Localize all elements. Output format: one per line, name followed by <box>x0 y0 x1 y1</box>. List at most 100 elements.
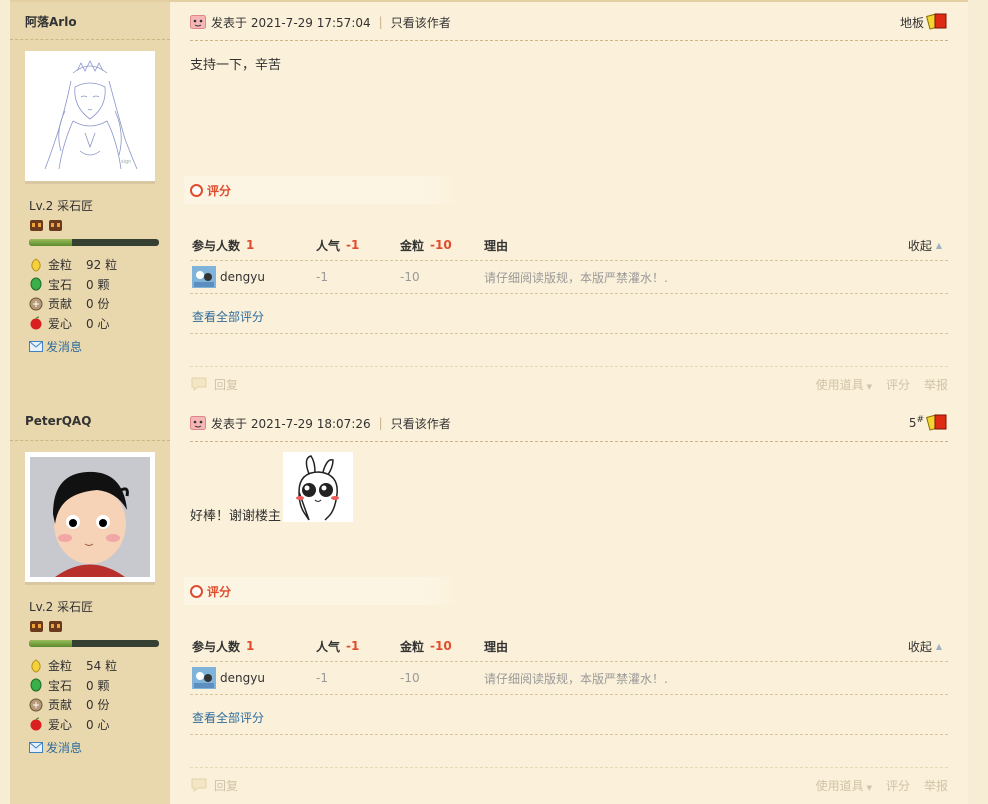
green-gem-icon <box>30 277 42 291</box>
only-author-link[interactable]: 只看该作者 <box>391 415 451 432</box>
divider <box>10 440 170 441</box>
send-message-label: 发消息 <box>46 741 83 755</box>
user-avatar-icon <box>192 266 216 288</box>
experience-fill <box>29 239 72 246</box>
reply-button[interactable]: 回复 <box>190 777 238 794</box>
online-status-icon <box>190 416 206 430</box>
apple-love-icon <box>30 316 42 330</box>
stat-label: 宝石 <box>48 277 73 292</box>
divider <box>190 767 948 768</box>
rating-popularity: -1 <box>316 671 328 685</box>
stat-label: 爱心 <box>48 316 73 331</box>
post-main: 发表于 2021-7-29 18:07:26 | 只看该作者 5# 好棒！谢谢楼… <box>170 403 968 804</box>
post-time: 发表于 2021-7-29 18:07:26 <box>211 416 371 431</box>
popularity-header: 人气 -1 <box>316 639 360 654</box>
user-level: Lv.2 采石匠 <box>29 600 94 614</box>
medals <box>29 218 63 232</box>
divider <box>190 333 948 334</box>
rating-table: 参与人数 1 人气 -1 金粒 -10 理由 收起 ▲ dengyu -1 -10 请仔… <box>190 230 948 367</box>
rate-button[interactable]: 评分 <box>886 376 910 393</box>
rating-title: 评分 <box>190 583 231 600</box>
rating-row: dengyu -1 -10 请仔细阅读版规，本版严禁灌水！. <box>190 662 948 695</box>
stat-value: 0 颗 <box>86 277 110 292</box>
gold-coin-icon <box>31 659 41 673</box>
experience-bar <box>29 239 159 246</box>
rater-name: dengyu <box>220 671 265 685</box>
yellow-card-icon[interactable] <box>926 413 948 431</box>
stat-gold: 金粒 54 粒 <box>29 656 117 676</box>
stat-label: 金粒 <box>48 258 73 273</box>
stat-love: 爱心 0 心 <box>29 314 117 334</box>
use-item-button[interactable]: 使用道具 ▼ <box>816 376 872 393</box>
participants-header: 参与人数 1 <box>192 238 255 253</box>
yellow-card-icon[interactable] <box>926 12 948 30</box>
report-button[interactable]: 举报 <box>924 376 948 393</box>
stat-value: 0 颗 <box>86 678 110 693</box>
rating-reason: 请仔细阅读版规，本版严禁灌水！. <box>484 270 668 285</box>
gold-header: 金粒 -10 <box>400 639 452 654</box>
medal-icon <box>49 220 62 231</box>
floor-number[interactable]: 地板 <box>900 14 924 31</box>
green-gem-icon <box>30 678 42 692</box>
rater[interactable]: dengyu <box>192 261 265 293</box>
header-divider <box>190 441 948 442</box>
user-stats: 金粒 54 粒 宝石 0 颗 贡献 0 份 爱心 0 心 <box>29 656 117 734</box>
rating-popularity: -1 <box>316 270 328 284</box>
stat-contribution: 贡献 0 份 <box>29 294 117 314</box>
stat-contribution: 贡献 0 份 <box>29 695 117 715</box>
rate-button[interactable]: 评分 <box>886 777 910 794</box>
contribution-icon <box>29 698 43 712</box>
rating-title-label: 评分 <box>207 585 232 599</box>
send-message-label: 发消息 <box>46 340 83 354</box>
avatar[interactable] <box>25 452 155 585</box>
rater[interactable]: dengyu <box>192 662 265 694</box>
experience-bar <box>29 640 159 647</box>
author-name[interactable]: PeterQAQ <box>25 414 91 428</box>
post-footer: 回复 使用道具 ▼ 评分 举报 <box>190 775 948 795</box>
stat-value: 0 心 <box>86 316 110 331</box>
apple-love-icon <box>30 717 42 731</box>
stat-gem: 宝石 0 颗 <box>29 676 117 696</box>
avatar[interactable]: sign <box>25 51 155 184</box>
post-header: 发表于 2021-7-29 17:57:04 | 只看该作者 <box>190 12 948 32</box>
view-all-ratings-link[interactable]: 查看全部评分 <box>192 709 264 726</box>
send-message-link[interactable]: 发消息 <box>29 338 82 355</box>
author-name[interactable]: 阿落Arlo <box>25 13 77 30</box>
speech-bubble-icon <box>191 377 207 391</box>
report-button[interactable]: 举报 <box>924 777 948 794</box>
ring-icon <box>190 585 203 598</box>
user-avatar-icon <box>192 667 216 689</box>
online-status-icon <box>190 15 206 29</box>
view-all-ratings-link[interactable]: 查看全部评分 <box>192 308 264 325</box>
envelope-icon <box>29 341 43 352</box>
user-stats: 金粒 92 粒 宝石 0 颗 贡献 0 份 爱心 0 心 <box>29 255 117 333</box>
reason-header: 理由 <box>484 639 509 654</box>
stat-value: 54 粒 <box>86 659 118 674</box>
divider: | <box>378 15 383 29</box>
caret-up-icon: ▲ <box>935 240 942 250</box>
svg-text:sign: sign <box>121 159 131 165</box>
only-author-link[interactable]: 只看该作者 <box>391 14 451 31</box>
divider <box>190 734 948 735</box>
rabbit-emoji-icon <box>283 452 354 522</box>
post-text: 好棒！谢谢楼主 <box>190 509 282 524</box>
rating-row: dengyu -1 -10 请仔细阅读版规，本版严禁灌水！. <box>190 261 948 294</box>
use-item-button[interactable]: 使用道具 ▼ <box>816 777 872 794</box>
collapse-button[interactable]: 收起 ▲ <box>908 230 942 260</box>
reply-button[interactable]: 回复 <box>190 376 238 393</box>
collapse-button[interactable]: 收起 ▲ <box>908 631 942 661</box>
post-sidebar: PeterQAQ Lv.2 采石匠 金粒 54 粒 宝石 0 颗 贡献 0 份 … <box>10 403 170 804</box>
send-message-link[interactable]: 发消息 <box>29 739 82 756</box>
ring-icon <box>190 184 203 197</box>
experience-fill <box>29 640 72 647</box>
stat-gem: 宝石 0 颗 <box>29 275 117 295</box>
divider: | <box>378 416 383 430</box>
rater-name: dengyu <box>220 270 265 284</box>
gold-coin-icon <box>31 258 41 272</box>
floor-number[interactable]: 5# <box>909 415 924 430</box>
stat-label: 宝石 <box>48 678 73 693</box>
rating-gold: -10 <box>400 671 420 685</box>
post-header: 发表于 2021-7-29 18:07:26 | 只看该作者 <box>190 413 948 433</box>
stat-label: 爱心 <box>48 717 73 732</box>
post-content: 支持一下，辛苦 <box>190 58 282 73</box>
